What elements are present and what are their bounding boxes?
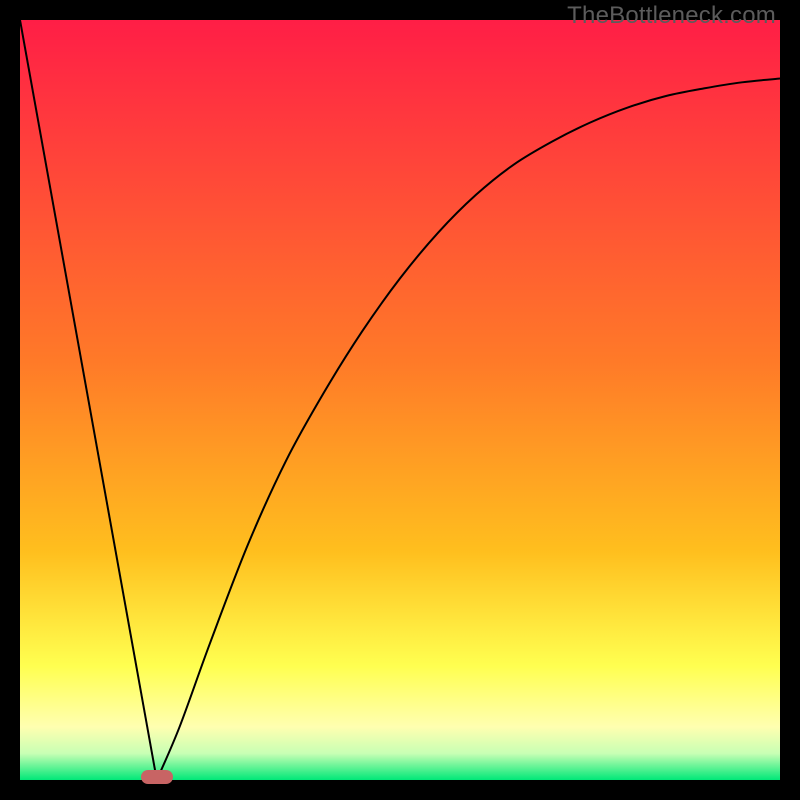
gradient-background [20, 20, 780, 780]
minimum-marker [141, 770, 173, 784]
chart-frame [20, 20, 780, 780]
watermark-text: TheBottleneck.com [567, 2, 776, 30]
plot-svg [20, 20, 780, 780]
